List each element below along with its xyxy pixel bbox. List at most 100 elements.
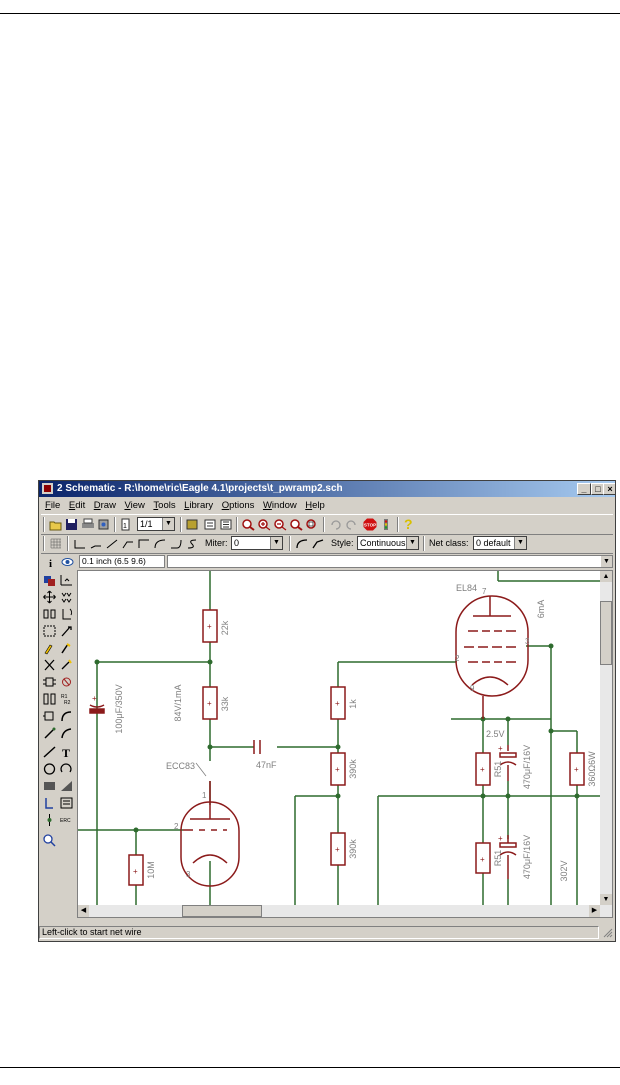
errors-icon[interactable]: [42, 833, 57, 847]
board-icon[interactable]: [185, 518, 199, 531]
close-button[interactable]: ×: [603, 483, 615, 495]
eye-icon[interactable]: [61, 556, 74, 568]
name-icon[interactable]: R1R2: [59, 692, 74, 706]
miter-straight-icon[interactable]: [311, 537, 325, 550]
resize-grip-icon[interactable]: [603, 928, 613, 938]
gateswap-icon[interactable]: [42, 692, 57, 706]
move-icon[interactable]: [42, 590, 57, 604]
mirror-icon[interactable]: [42, 607, 57, 621]
rotate-icon[interactable]: [59, 607, 74, 621]
vertical-scrollbar[interactable]: ▲ ▼: [600, 571, 612, 917]
menu-file[interactable]: File: [45, 498, 60, 513]
redo-icon[interactable]: [344, 518, 358, 531]
zoom-select-icon[interactable]: [305, 518, 319, 531]
wire-bend-2-icon[interactable]: [105, 537, 119, 550]
menu-edit[interactable]: Edit: [69, 498, 85, 513]
title-bar[interactable]: 2 Schematic - R:\home\ric\Eagle 4.1\proj…: [39, 481, 615, 497]
save-icon[interactable]: [65, 518, 79, 531]
chevron-down-icon: ▼: [514, 537, 526, 549]
pinswap-icon[interactable]: [42, 675, 57, 689]
miter-round-icon[interactable]: [295, 537, 309, 550]
arc-icon[interactable]: [59, 762, 74, 776]
wire-bend-1-icon[interactable]: [89, 537, 103, 550]
command-line-input[interactable]: ▼: [167, 555, 613, 568]
group-icon[interactable]: [42, 624, 57, 638]
line-icon[interactable]: [42, 745, 57, 759]
bus-icon[interactable]: [59, 726, 74, 740]
delete-icon[interactable]: [59, 641, 74, 655]
grid-icon[interactable]: [49, 537, 63, 550]
menu-library[interactable]: Library: [184, 498, 213, 513]
script-icon[interactable]: [203, 518, 217, 531]
net-icon[interactable]: [59, 796, 74, 810]
horizontal-scroll-thumb[interactable]: [182, 905, 262, 917]
scroll-right-icon[interactable]: ▶: [589, 905, 600, 917]
leader-line: [195, 762, 207, 777]
chevron-down-icon[interactable]: ▼: [601, 556, 612, 567]
wire-icon[interactable]: [42, 726, 57, 740]
schematic-canvas[interactable]: + + + + + + + + + + + + EL84 ECC83 22k 33k 1k 39…: [77, 570, 613, 918]
replace-icon[interactable]: [59, 675, 74, 689]
style-select[interactable]: Continuous ▼: [357, 536, 419, 550]
miter-select[interactable]: 0 ▼: [231, 536, 283, 550]
junction-icon[interactable]: [42, 813, 57, 827]
scroll-down-icon[interactable]: ▼: [600, 894, 612, 905]
sheet-select[interactable]: 1/1 ▼: [137, 517, 175, 531]
help-icon[interactable]: ?: [404, 516, 413, 532]
wire-bend-6-icon[interactable]: [169, 537, 183, 550]
wire-bend-3-icon[interactable]: [121, 537, 135, 550]
netclass-select[interactable]: 0 default ▼: [473, 536, 527, 550]
cut-icon[interactable]: [42, 658, 57, 672]
minimize-button[interactable]: _: [577, 483, 591, 495]
menu-window[interactable]: Window: [263, 498, 297, 513]
command-toolbar: R1 R2 T ERC: [40, 571, 76, 905]
svg-text:+: +: [133, 867, 138, 876]
annotation-2-5v: 2.5V: [486, 729, 505, 739]
wire-bend-4-icon[interactable]: [137, 537, 151, 550]
label-10m: 10M: [146, 861, 156, 879]
miter-label: Miter:: [205, 538, 228, 548]
polygon-icon[interactable]: [59, 779, 74, 793]
print-icon[interactable]: [81, 518, 95, 531]
display-icon[interactable]: [42, 573, 57, 587]
menu-tools[interactable]: Tools: [153, 498, 175, 513]
undo-icon[interactable]: [329, 518, 343, 531]
sheet-icon[interactable]: 1: [119, 518, 133, 531]
zoom-fit-icon[interactable]: [241, 518, 255, 531]
menu-view[interactable]: View: [124, 498, 144, 513]
info-icon[interactable]: i: [45, 556, 57, 568]
bus-entry-icon[interactable]: [42, 796, 57, 810]
go-icon[interactable]: [379, 518, 393, 531]
vertical-scroll-thumb[interactable]: [600, 601, 612, 665]
paste-icon[interactable]: [42, 641, 57, 655]
label-icon[interactable]: ERC: [59, 813, 74, 827]
schematic-drawing[interactable]: ++ + +++ +++ +++ EL84 ECC83 22k 33k 1k 39…: [78, 571, 600, 905]
miter-icon[interactable]: [59, 709, 74, 723]
ulp-icon[interactable]: [219, 518, 233, 531]
scroll-up-icon[interactable]: ▲: [600, 571, 612, 582]
cam-icon[interactable]: [97, 518, 111, 531]
add-icon[interactable]: [59, 658, 74, 672]
wire-bend-5-icon[interactable]: [153, 537, 167, 550]
zoom-in-icon[interactable]: [257, 518, 271, 531]
redraw-icon[interactable]: [289, 518, 303, 531]
menu-options[interactable]: Options: [222, 498, 255, 513]
copy-icon[interactable]: [59, 590, 74, 604]
menu-draw[interactable]: Draw: [94, 498, 116, 513]
zoom-out-icon[interactable]: [273, 518, 287, 531]
rect-icon[interactable]: [42, 779, 57, 793]
horizontal-scrollbar[interactable]: ◀ ▶: [78, 905, 612, 917]
circle-icon[interactable]: [42, 762, 57, 776]
miter-value: 0: [234, 538, 240, 548]
scroll-left-icon[interactable]: ◀: [78, 905, 89, 917]
stop-icon[interactable]: STOP: [363, 518, 377, 531]
text-icon[interactable]: T: [59, 745, 74, 759]
open-icon[interactable]: [49, 518, 63, 531]
command-row: i 0.1 inch (6.5 9.6) ▼: [39, 554, 615, 570]
split-icon[interactable]: [42, 709, 57, 723]
change-icon[interactable]: [59, 624, 74, 638]
mark-icon[interactable]: [59, 573, 74, 587]
wire-bend-7-icon[interactable]: [185, 537, 199, 550]
wire-bend-0-icon[interactable]: [73, 537, 87, 550]
menu-help[interactable]: Help: [305, 498, 325, 513]
